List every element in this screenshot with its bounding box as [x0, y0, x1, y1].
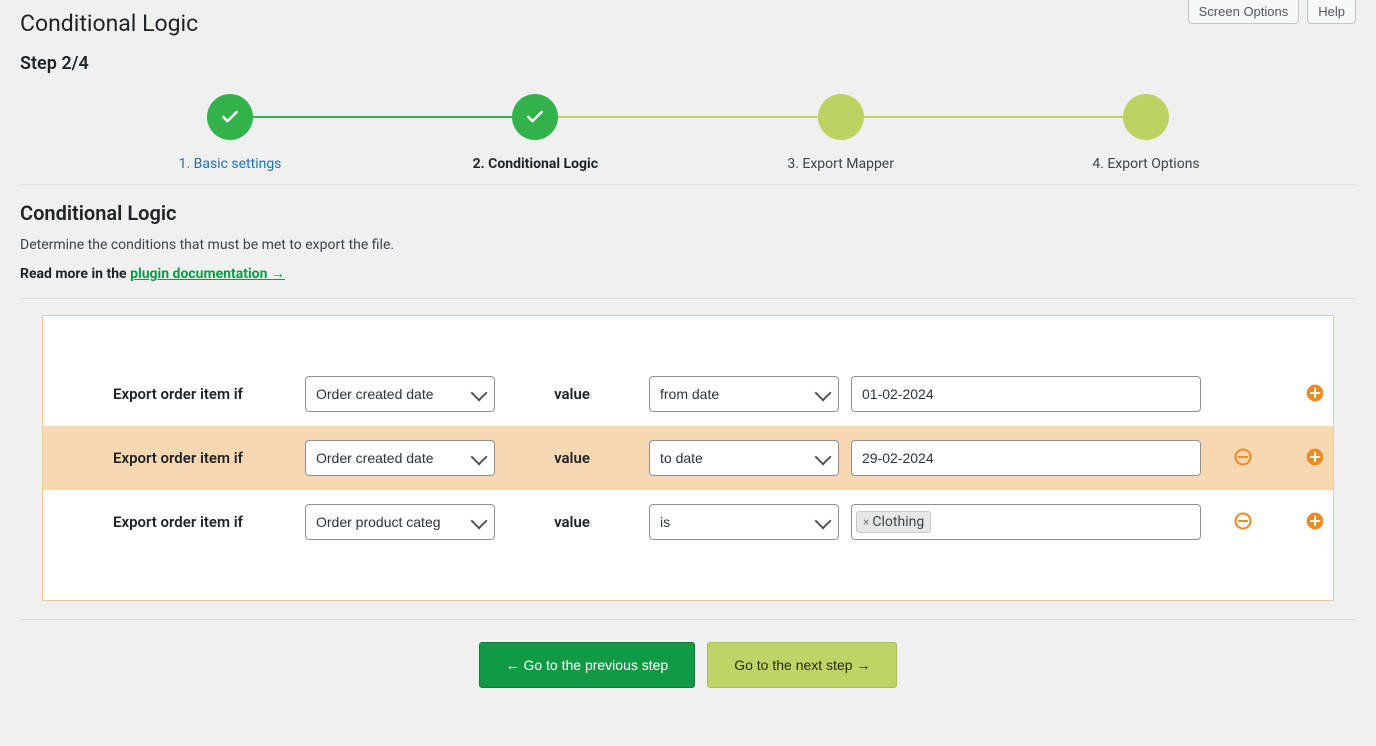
step-indicator: Step 2/4 — [20, 53, 1356, 74]
divider — [20, 619, 1356, 620]
condition-row: Export order item if Order product categ… — [43, 490, 1333, 554]
screen-options-button[interactable]: Screen Options — [1188, 0, 1300, 24]
condition-row: Export order item if Order created date … — [43, 362, 1333, 426]
check-icon — [207, 94, 253, 140]
step-conditional-logic: 2. Conditional Logic — [445, 94, 625, 172]
step-label: 2. Conditional Logic — [473, 156, 598, 172]
conditions-box: Export order item if Order created date … — [42, 315, 1334, 601]
help-button[interactable]: Help — [1307, 0, 1356, 24]
row-label: Export order item if — [73, 385, 293, 403]
field-select[interactable]: Order created date — [305, 440, 495, 476]
operator-select[interactable]: from date — [649, 376, 839, 412]
step-export-mapper: 3. Export Mapper — [751, 94, 931, 172]
tag-clothing[interactable]: ×Clothing — [856, 511, 931, 533]
doc-link-line: Read more in the plugin documentation → — [20, 265, 1356, 282]
next-step-button[interactable]: Go to the next step → — [707, 642, 897, 688]
row-label: Export order item if — [73, 449, 293, 467]
add-condition-button[interactable] — [1304, 446, 1326, 468]
step-basic-settings[interactable]: 1. Basic settings — [140, 94, 320, 172]
section-description: Determine the conditions that must be me… — [20, 237, 1356, 253]
remove-condition-button[interactable] — [1232, 446, 1254, 468]
add-condition-button[interactable] — [1304, 382, 1326, 404]
top-buttons: Screen Options Help — [1188, 0, 1356, 24]
step-circle-icon — [1123, 94, 1169, 140]
value-label: value — [507, 449, 637, 467]
remove-condition-button[interactable] — [1232, 510, 1254, 532]
value-label: value — [507, 385, 637, 403]
divider — [20, 184, 1356, 185]
previous-step-button[interactable]: ← Go to the previous step — [479, 642, 696, 688]
tag-label: Clothing — [872, 514, 924, 530]
tag-remove-icon[interactable]: × — [863, 515, 869, 529]
section-title: Conditional Logic — [20, 201, 1356, 225]
value-input[interactable] — [851, 376, 1201, 412]
step-label: 1. Basic settings — [179, 156, 282, 172]
value-input[interactable] — [851, 440, 1201, 476]
operator-select[interactable]: is — [649, 504, 839, 540]
step-label: 4. Export Options — [1092, 156, 1199, 172]
step-circle-icon — [818, 94, 864, 140]
footer-buttons: ← Go to the previous step Go to the next… — [20, 642, 1356, 688]
tag-input[interactable]: ×Clothing — [851, 504, 1201, 540]
readmore-prefix: Read more in the — [20, 266, 130, 282]
field-select[interactable]: Order product categ — [305, 504, 495, 540]
stepper: 1. Basic settings 2. Conditional Logic 3… — [140, 94, 1236, 172]
page-title: Conditional Logic — [20, 10, 198, 37]
value-label: value — [507, 513, 637, 531]
condition-row: Export order item if Order created date … — [43, 426, 1333, 490]
row-label: Export order item if — [73, 513, 293, 531]
step-label: 3. Export Mapper — [787, 156, 894, 172]
check-icon — [512, 94, 558, 140]
divider — [20, 298, 1356, 299]
step-export-options: 4. Export Options — [1056, 94, 1236, 172]
plugin-doc-link[interactable]: plugin documentation → — [130, 266, 285, 282]
operator-select[interactable]: to date — [649, 440, 839, 476]
add-condition-button[interactable] — [1304, 510, 1326, 532]
field-select[interactable]: Order created date — [305, 376, 495, 412]
